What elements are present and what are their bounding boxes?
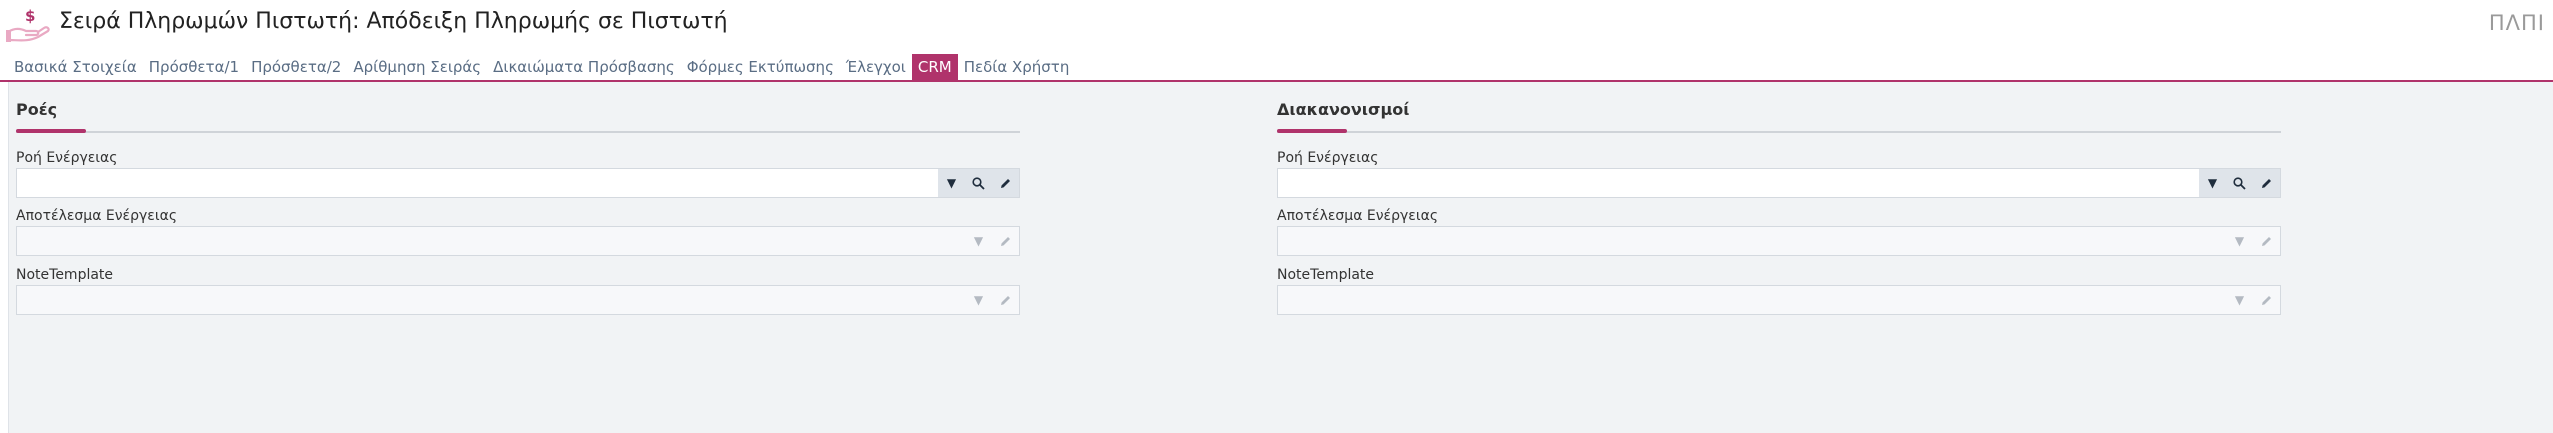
settlement-action-flow-input[interactable] [1278, 169, 2198, 197]
action-result-input[interactable] [17, 227, 965, 255]
dropdown-arrow-icon[interactable]: ▼ [2226, 227, 2253, 255]
section-divider-accent [16, 129, 86, 133]
dropdown-arrow-icon[interactable]: ▼ [938, 169, 965, 197]
edit-pencil-icon[interactable] [2253, 227, 2280, 255]
section-divider [1277, 131, 2281, 133]
section-divider-accent [1277, 129, 1347, 133]
note-template-field: ▼ [16, 285, 1020, 315]
search-icon[interactable] [2226, 169, 2253, 197]
dropdown-arrow-icon[interactable]: ▼ [2199, 169, 2226, 197]
tab-bar: Βασικά Στοιχεία Πρόσθετα/1 Πρόσθετα/2 Αρ… [8, 54, 1075, 80]
settlement-note-template-field: ▼ [1277, 285, 2281, 315]
tab-user-fields[interactable]: Πεδία Χρήστη [958, 54, 1076, 80]
field-label: Ροή Ενέργειας [1277, 150, 1379, 166]
section-divider [16, 131, 1020, 133]
brand-logo: ΠΛΠΙ [2488, 11, 2545, 35]
tab-basic-info[interactable]: Βασικά Στοιχεία [8, 54, 143, 80]
field-label: NoteTemplate [16, 267, 114, 283]
section-title: Διακανονισμοί [1277, 100, 1410, 119]
tab-print-forms[interactable]: Φόρμες Εκτύπωσης [681, 54, 840, 80]
search-icon[interactable] [965, 169, 992, 197]
edit-pencil-icon[interactable] [2253, 286, 2280, 314]
tab-series-numbering[interactable]: Αρίθμηση Σειράς [347, 54, 487, 80]
field-label: Ροή Ενέργειας [16, 150, 118, 166]
settlement-note-template-input[interactable] [1278, 286, 2226, 314]
field-label: Αποτέλεσμα Ενέργειας [16, 208, 178, 224]
tab-checks[interactable]: Έλεγχοι [840, 54, 912, 80]
dropdown-arrow-icon[interactable]: ▼ [965, 227, 992, 255]
settlement-action-result-input[interactable] [1278, 227, 2226, 255]
tab-access-rights[interactable]: Δικαιώματα Πρόσβασης [487, 54, 681, 80]
svg-text:$: $ [25, 7, 35, 25]
edit-pencil-icon[interactable] [992, 169, 1019, 197]
settlement-action-flow-field: ▼ [1277, 168, 2281, 198]
note-template-input[interactable] [17, 286, 965, 314]
action-flow-field: ▼ [16, 168, 1020, 198]
field-label: NoteTemplate [1277, 267, 1375, 283]
edit-pencil-icon[interactable] [2253, 169, 2280, 197]
field-label: Αποτέλεσμα Ενέργειας [1277, 208, 1439, 224]
action-flow-input[interactable] [17, 169, 937, 197]
money-hand-icon: $ [6, 7, 50, 42]
tab-extra-2[interactable]: Πρόσθετα/2 [245, 54, 347, 80]
edit-pencil-icon[interactable] [992, 227, 1019, 255]
settlement-action-result-field: ▼ [1277, 226, 2281, 256]
tab-crm[interactable]: CRM [911, 54, 958, 80]
dropdown-arrow-icon[interactable]: ▼ [965, 286, 992, 314]
edit-pencil-icon[interactable] [992, 286, 1019, 314]
section-title: Ροές [16, 100, 58, 119]
action-result-field: ▼ [16, 226, 1020, 256]
content-panel: Ροές Ροή Ενέργειας ▼ Αποτέλεσμα Ενέργεια… [8, 82, 2553, 433]
tab-extra-1[interactable]: Πρόσθετα/1 [143, 54, 245, 80]
header: $ Σειρά Πληρωμών Πιστωτή: Απόδειξη Πληρω… [0, 0, 2553, 52]
dropdown-arrow-icon[interactable]: ▼ [2226, 286, 2253, 314]
page-title: Σειρά Πληρωμών Πιστωτή: Απόδειξη Πληρωμή… [59, 9, 728, 34]
